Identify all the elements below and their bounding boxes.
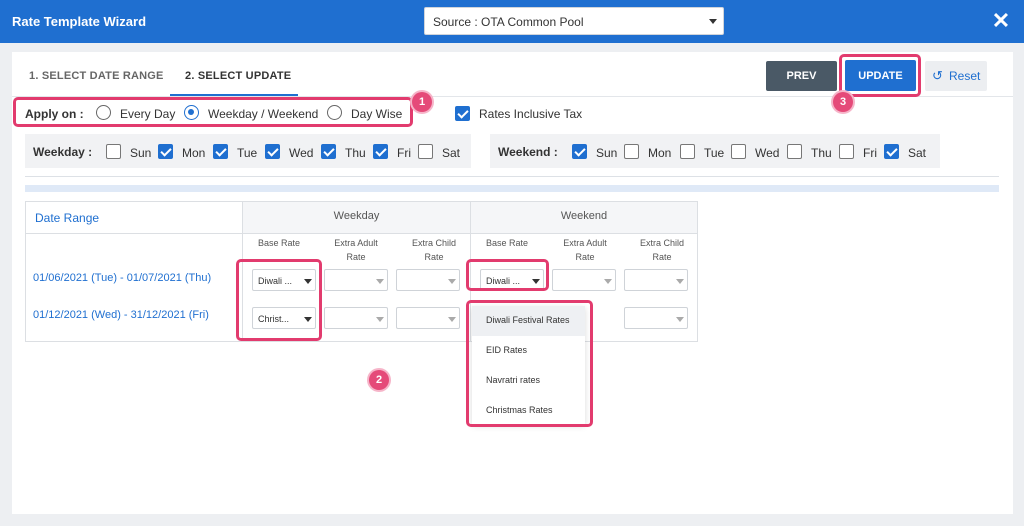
row-1-date-range[interactable]: 01/06/2021 (Tue) - 01/07/2021 (Thu) — [33, 272, 211, 284]
chevron-down-icon — [676, 317, 684, 322]
weekday-sun-label: Sun — [130, 146, 152, 160]
chevron-down-icon — [676, 279, 684, 284]
weekend-extra-child-header: Extra Child Rate — [624, 236, 700, 264]
weekday-extra-child-header-l1: Extra Child — [411, 238, 456, 248]
weekend-extra-child-header-l2: Rate — [652, 252, 672, 262]
step-badge-2: 2 — [369, 370, 389, 390]
chevron-down-icon — [709, 19, 717, 24]
weekend-extra-child-header-l1: Extra Child — [639, 238, 684, 248]
chevron-down-icon — [448, 279, 456, 284]
weekend-fri-label: Fri — [863, 146, 877, 160]
row-1-weekend-extra-adult-select[interactable] — [552, 269, 616, 291]
weekday-base-rate-header: Base Rate — [257, 238, 301, 248]
weekend-sun-checkbox[interactable] — [572, 144, 587, 159]
close-icon[interactable]: ✕ — [990, 9, 1012, 33]
weekday-label: Weekday : — [33, 145, 93, 159]
weekday-sat-checkbox[interactable] — [418, 144, 433, 159]
weekend-sat-checkbox[interactable] — [884, 144, 899, 159]
weekday-mon-checkbox[interactable] — [158, 144, 173, 159]
prev-button[interactable]: PREV — [766, 61, 837, 91]
weekday-extra-adult-header-l2: Rate — [346, 252, 366, 262]
row-2-date-range[interactable]: 01/12/2021 (Wed) - 31/12/2021 (Fri) — [33, 309, 209, 321]
step-badge-3: 3 — [833, 92, 853, 112]
weekend-base-rate-callout — [466, 259, 549, 291]
rates-inclusive-tax-label: Rates Inclusive Tax — [479, 107, 583, 121]
reset-button[interactable]: ↺ Reset — [925, 61, 987, 91]
weekend-label: Weekend : — [498, 145, 558, 159]
row-2-weekday-extra-adult-select[interactable] — [324, 307, 388, 329]
weekday-extra-child-header-l2: Rate — [424, 252, 444, 262]
weekday-wed-checkbox[interactable] — [265, 144, 280, 159]
reset-icon: ↺ — [932, 68, 943, 83]
weekend-wed-checkbox[interactable] — [731, 144, 746, 159]
weekday-tue-checkbox[interactable] — [213, 144, 228, 159]
weekend-base-rate-header: Base Rate — [485, 238, 529, 248]
grid-hline — [26, 233, 697, 234]
row-2-weekday-extra-child-select[interactable] — [396, 307, 460, 329]
chevron-down-icon — [604, 279, 612, 284]
step-badge-1: 1 — [412, 92, 432, 112]
row-1-weekday-extra-adult-select[interactable] — [324, 269, 388, 291]
weekend-extra-adult-header: Extra Adult Rate — [547, 236, 623, 264]
weekday-thu-label: Thu — [345, 146, 366, 160]
weekend-sat-label: Sat — [908, 146, 927, 160]
reset-label: Reset — [949, 69, 981, 83]
weekend-thu-label: Thu — [811, 146, 832, 160]
source-select-label: Source : OTA Common Pool — [433, 15, 584, 29]
section-bar — [25, 185, 999, 192]
weekend-tue-label: Tue — [704, 146, 725, 160]
date-range-header: Date Range — [35, 211, 100, 225]
weekday-wed-label: Wed — [289, 146, 314, 160]
source-select[interactable]: Source : OTA Common Pool — [424, 7, 724, 35]
apply-on-callout — [13, 97, 413, 127]
weekend-wed-label: Wed — [755, 146, 780, 160]
row-1-weekday-extra-child-select[interactable] — [396, 269, 460, 291]
weekday-extra-adult-header-l1: Extra Adult — [334, 238, 378, 248]
weekday-extra-child-header: Extra Child Rate — [396, 236, 472, 264]
weekend-thu-checkbox[interactable] — [787, 144, 802, 159]
weekend-column-header: Weekend — [560, 210, 608, 222]
chevron-down-icon — [376, 279, 384, 284]
weekend-sun-label: Sun — [596, 146, 618, 160]
weekend-fri-checkbox[interactable] — [839, 144, 854, 159]
weekday-sat-label: Sat — [442, 146, 461, 160]
weekend-mon-label: Mon — [648, 146, 672, 160]
tab-select-date-range[interactable]: 1. SELECT DATE RANGE — [29, 70, 164, 82]
weekend-extra-adult-header-l1: Extra Adult — [563, 238, 607, 248]
row-1-weekend-extra-child-select[interactable] — [624, 269, 688, 291]
tab-select-update[interactable]: 2. SELECT UPDATE — [185, 70, 291, 82]
dropdown-callout — [466, 300, 593, 427]
rates-inclusive-tax-checkbox[interactable] — [455, 106, 470, 121]
chevron-down-icon — [448, 317, 456, 322]
weekend-mon-checkbox[interactable] — [624, 144, 639, 159]
weekday-fri-checkbox[interactable] — [373, 144, 388, 159]
weekday-mon-label: Mon — [182, 146, 206, 160]
app-title: Rate Template Wizard — [12, 14, 147, 29]
weekend-tue-checkbox[interactable] — [680, 144, 695, 159]
row-2-weekend-extra-child-select[interactable] — [624, 307, 688, 329]
chevron-down-icon — [376, 317, 384, 322]
weekday-base-rate-callout — [236, 259, 322, 341]
weekday-extra-adult-header: Extra Adult Rate — [318, 236, 394, 264]
update-callout — [839, 54, 921, 97]
weekday-column-header: Weekday — [333, 210, 380, 222]
section-divider — [25, 176, 999, 177]
weekday-fri-label: Fri — [397, 146, 411, 160]
weekday-sun-checkbox[interactable] — [106, 144, 121, 159]
weekday-tue-label: Tue — [237, 146, 258, 160]
weekday-thu-checkbox[interactable] — [321, 144, 336, 159]
weekend-extra-adult-header-l2: Rate — [575, 252, 595, 262]
